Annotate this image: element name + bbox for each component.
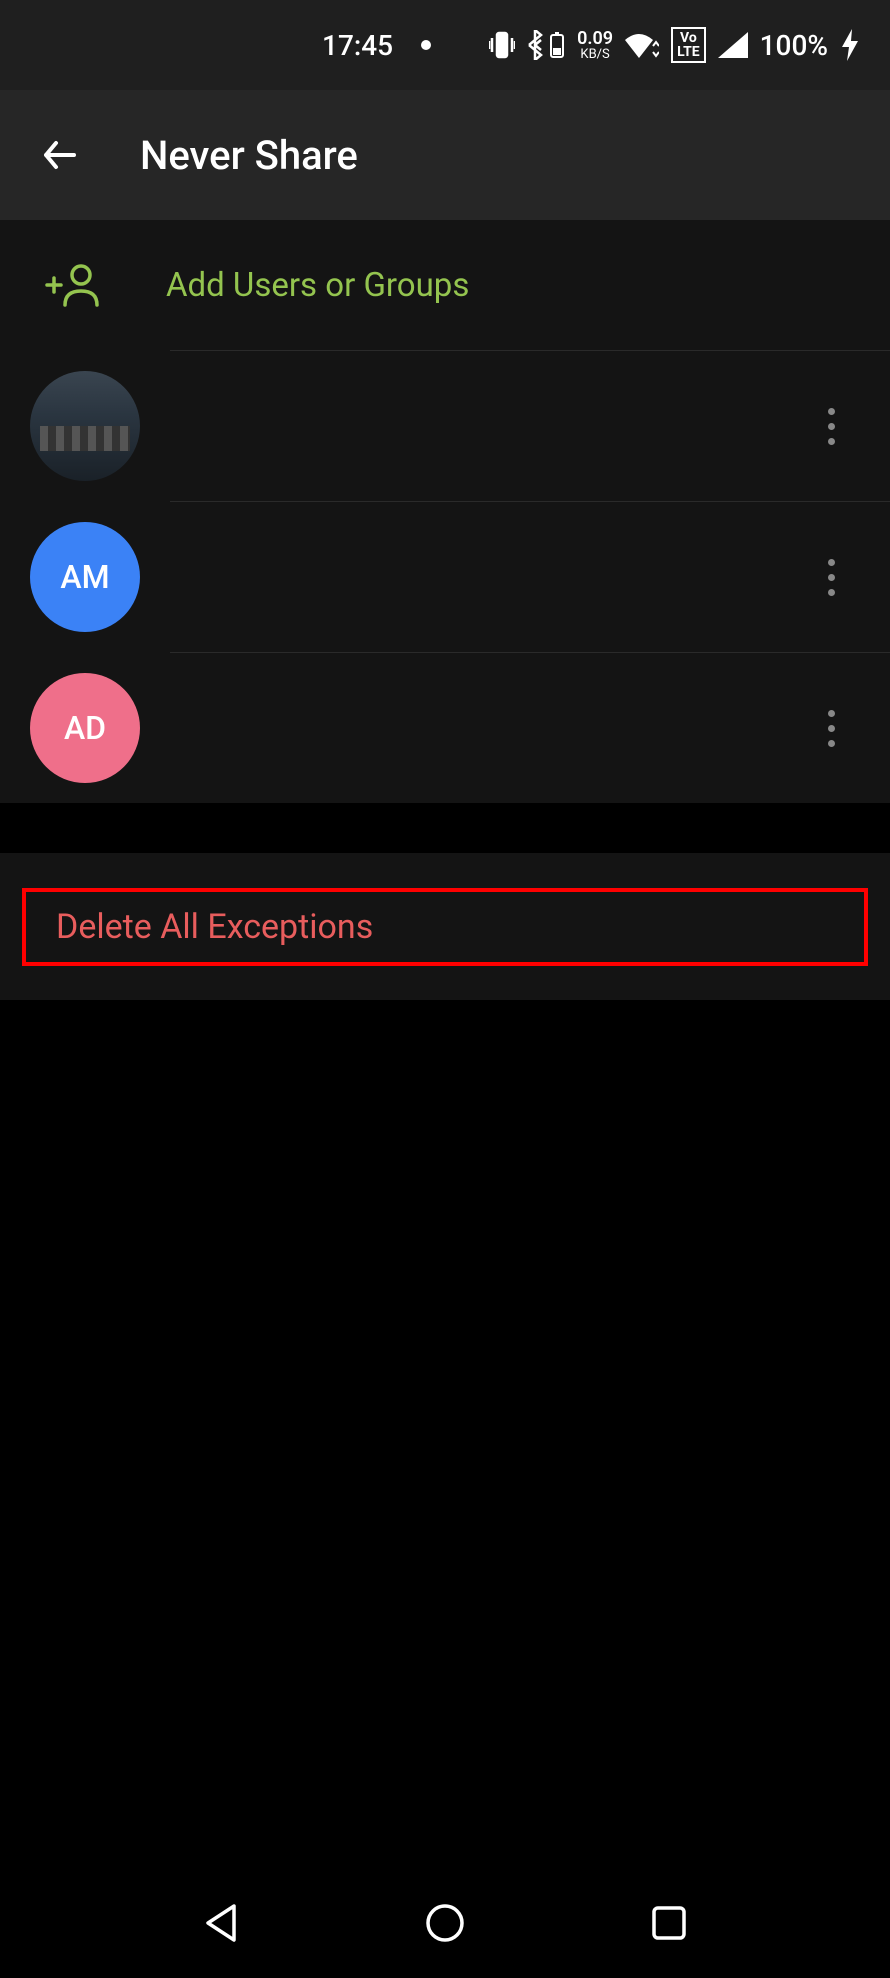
avatar: AM bbox=[30, 522, 140, 632]
user-row[interactable] bbox=[0, 351, 890, 501]
more-options-icon[interactable] bbox=[808, 539, 855, 616]
charging-icon bbox=[840, 29, 860, 61]
signal-icon bbox=[718, 32, 748, 58]
vibrate-icon bbox=[489, 31, 515, 59]
status-time: 17:45 bbox=[322, 29, 393, 62]
back-arrow-icon[interactable] bbox=[40, 135, 80, 175]
nav-home-icon[interactable] bbox=[424, 1902, 466, 1944]
add-users-button[interactable]: Add Users or Groups bbox=[0, 220, 890, 350]
user-row[interactable]: AM bbox=[0, 502, 890, 652]
nav-recent-icon[interactable] bbox=[650, 1904, 688, 1942]
add-person-icon bbox=[45, 263, 101, 307]
navigation-bar bbox=[0, 1868, 890, 1978]
section-gap bbox=[0, 803, 890, 853]
add-users-label: Add Users or Groups bbox=[166, 266, 469, 305]
volte-icon: VoLTE bbox=[671, 27, 706, 63]
status-bar: 17:45 0.09 KB/S VoLTE 100% bbox=[0, 0, 890, 90]
content-area: Add Users or Groups AM AD bbox=[0, 220, 890, 803]
delete-all-label: Delete All Exceptions bbox=[56, 907, 373, 947]
user-row[interactable]: AD bbox=[0, 653, 890, 803]
speed-unit: KB/S bbox=[580, 48, 609, 61]
network-speed-indicator: 0.09 KB/S bbox=[577, 30, 613, 61]
nav-back-icon[interactable] bbox=[202, 1902, 240, 1944]
speed-value: 0.09 bbox=[577, 30, 613, 48]
bluetooth-battery-icon bbox=[527, 30, 565, 60]
page-title: Never Share bbox=[140, 132, 358, 179]
delete-section: Delete All Exceptions bbox=[0, 853, 890, 1000]
status-dot-icon bbox=[421, 40, 431, 50]
battery-percentage: 100% bbox=[760, 29, 828, 62]
status-icons-group: 0.09 KB/S VoLTE 100% bbox=[489, 27, 860, 63]
wifi-icon bbox=[625, 32, 659, 58]
more-options-icon[interactable] bbox=[808, 388, 855, 465]
avatar bbox=[30, 371, 140, 481]
app-header: Never Share bbox=[0, 90, 890, 220]
avatar: AD bbox=[30, 673, 140, 783]
more-options-icon[interactable] bbox=[808, 690, 855, 767]
delete-all-button[interactable]: Delete All Exceptions bbox=[22, 888, 868, 966]
